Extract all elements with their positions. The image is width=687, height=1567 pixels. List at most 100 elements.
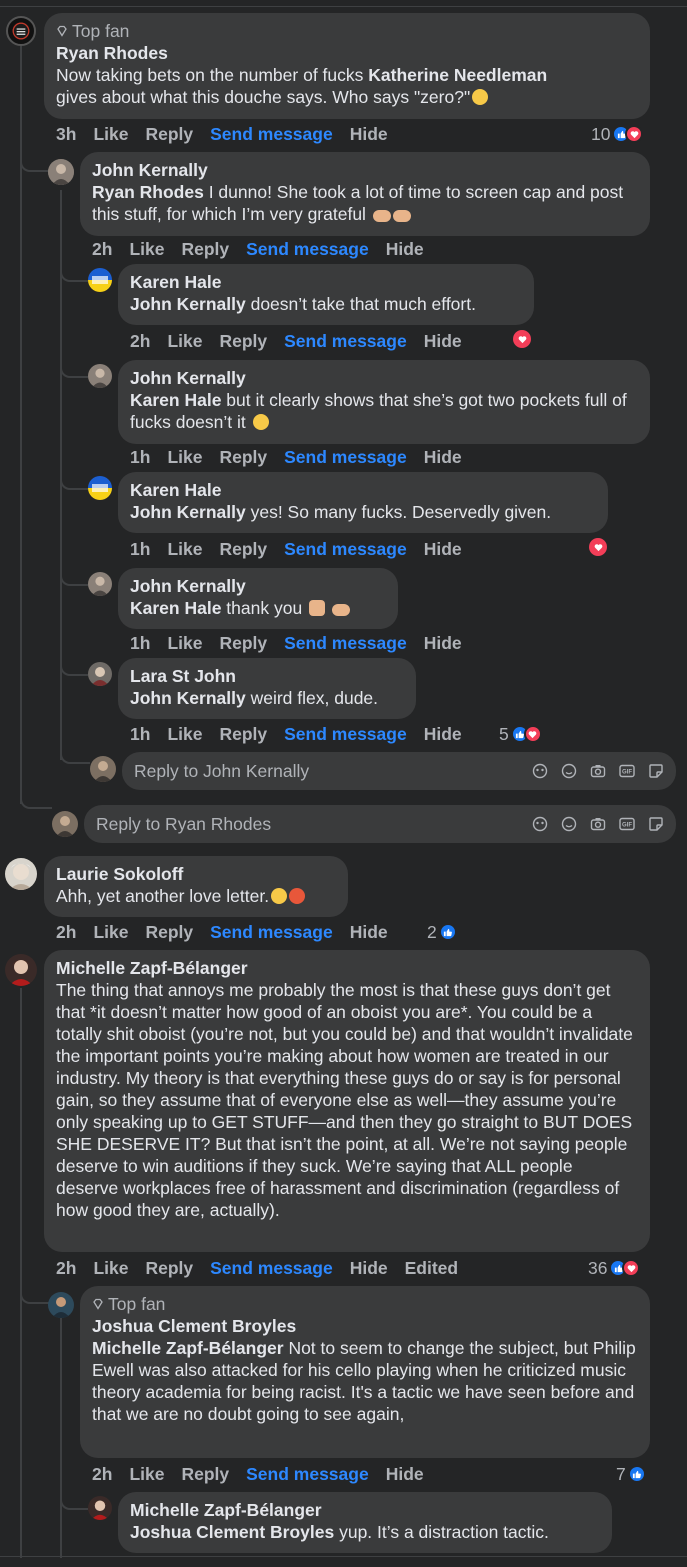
camera-icon[interactable] <box>590 816 606 832</box>
timestamp[interactable]: 1h <box>130 446 150 468</box>
like-button[interactable]: Like <box>129 1463 164 1485</box>
reply-button[interactable]: Reply <box>219 330 267 352</box>
send-message-button[interactable]: Send message <box>284 446 407 468</box>
hide-button[interactable]: Hide <box>424 330 462 352</box>
emoji-icon[interactable] <box>561 763 577 779</box>
send-message-button[interactable]: Send message <box>246 1463 369 1485</box>
sticker-icon[interactable] <box>648 816 664 832</box>
avatar-sticker-icon[interactable] <box>532 816 548 832</box>
reaction-summary[interactable] <box>589 538 607 556</box>
timestamp[interactable]: 2h <box>56 921 76 943</box>
send-message-button[interactable]: Send message <box>284 632 407 654</box>
avatar-sticker-icon[interactable] <box>532 763 548 779</box>
reaction-summary[interactable] <box>513 330 531 348</box>
avatar[interactable] <box>88 476 112 500</box>
comment-author[interactable]: Laurie Sokoloff <box>56 863 336 885</box>
like-button[interactable]: Like <box>167 723 202 745</box>
avatar[interactable] <box>88 662 112 686</box>
timestamp[interactable]: 2h <box>56 1257 76 1279</box>
reaction-summary[interactable]: 2 <box>427 921 457 943</box>
avatar[interactable] <box>88 1496 112 1520</box>
avatar[interactable] <box>48 159 74 185</box>
mention[interactable]: Katherine Needleman <box>368 65 547 85</box>
reply-button[interactable]: Reply <box>145 921 193 943</box>
mention[interactable]: Karen Hale <box>130 390 221 410</box>
reaction-summary[interactable]: 5 <box>499 723 542 745</box>
reaction-summary[interactable]: 7 <box>616 1463 646 1485</box>
reply-input[interactable]: Reply to Ryan Rhodes GIF <box>84 805 676 843</box>
timestamp[interactable]: 2h <box>92 238 112 260</box>
send-message-button[interactable]: Send message <box>210 921 333 943</box>
mention[interactable]: Michelle Zapf-Bélanger <box>92 1338 284 1358</box>
avatar[interactable] <box>6 16 36 46</box>
reply-button[interactable]: Reply <box>219 446 267 468</box>
timestamp[interactable]: 1h <box>130 538 150 560</box>
like-button[interactable]: Like <box>167 632 202 654</box>
mention[interactable]: John Kernally <box>130 502 246 522</box>
mention[interactable]: Ryan Rhodes <box>92 182 204 202</box>
edited-label[interactable]: Edited <box>405 1257 458 1279</box>
mention[interactable]: John Kernally <box>130 294 246 314</box>
camera-icon[interactable] <box>590 763 606 779</box>
like-button[interactable]: Like <box>93 1257 128 1279</box>
hide-button[interactable]: Hide <box>350 921 388 943</box>
reply-button[interactable]: Reply <box>181 1463 229 1485</box>
mention[interactable]: John Kernally <box>130 688 246 708</box>
send-message-button[interactable]: Send message <box>246 238 369 260</box>
like-button[interactable]: Like <box>93 921 128 943</box>
avatar[interactable] <box>88 364 112 388</box>
hide-button[interactable]: Hide <box>386 1463 424 1485</box>
timestamp[interactable]: 1h <box>130 723 150 745</box>
send-message-button[interactable]: Send message <box>210 123 333 145</box>
comment-author[interactable]: Michelle Zapf-Bélanger <box>56 957 638 979</box>
reaction-summary[interactable]: 10 <box>591 123 644 145</box>
comment-author[interactable]: Joshua Clement Broyles <box>92 1315 638 1337</box>
hide-button[interactable]: Hide <box>350 1257 388 1279</box>
avatar[interactable] <box>48 1292 74 1318</box>
hide-button[interactable]: Hide <box>424 723 462 745</box>
avatar[interactable] <box>88 572 112 596</box>
comment-author[interactable]: Karen Hale <box>130 479 596 501</box>
comment-author[interactable]: John Kernally <box>92 159 638 181</box>
avatar[interactable] <box>5 858 37 890</box>
comment-author[interactable]: Ryan Rhodes <box>56 42 638 64</box>
send-message-button[interactable]: Send message <box>284 538 407 560</box>
avatar[interactable] <box>5 954 37 986</box>
like-button[interactable]: Like <box>167 330 202 352</box>
hide-button[interactable]: Hide <box>424 632 462 654</box>
reply-button[interactable]: Reply <box>181 238 229 260</box>
comment-author[interactable]: Karen Hale <box>130 271 522 293</box>
reply-button[interactable]: Reply <box>219 723 267 745</box>
reply-button[interactable]: Reply <box>219 538 267 560</box>
comment-author[interactable]: John Kernally <box>130 575 386 597</box>
like-button[interactable]: Like <box>167 538 202 560</box>
avatar[interactable] <box>88 268 112 292</box>
timestamp[interactable]: 1h <box>130 632 150 654</box>
reply-button[interactable]: Reply <box>145 1257 193 1279</box>
hide-button[interactable]: Hide <box>424 538 462 560</box>
send-message-button[interactable]: Send message <box>284 330 407 352</box>
hide-button[interactable]: Hide <box>424 446 462 468</box>
emoji-icon[interactable] <box>561 816 577 832</box>
mention[interactable]: Karen Hale <box>130 598 221 618</box>
gif-icon[interactable]: GIF <box>619 763 635 779</box>
like-button[interactable]: Like <box>93 123 128 145</box>
timestamp[interactable]: 2h <box>92 1463 112 1485</box>
timestamp[interactable]: 2h <box>130 330 150 352</box>
sticker-icon[interactable] <box>648 763 664 779</box>
like-button[interactable]: Like <box>167 446 202 468</box>
reply-button[interactable]: Reply <box>145 123 193 145</box>
comment-author[interactable]: Michelle Zapf-Bélanger <box>130 1499 600 1521</box>
send-message-button[interactable]: Send message <box>210 1257 333 1279</box>
reply-input[interactable]: Reply to John Kernally GIF <box>122 752 676 790</box>
hide-button[interactable]: Hide <box>350 123 388 145</box>
gif-icon[interactable]: GIF <box>619 816 635 832</box>
reply-button[interactable]: Reply <box>219 632 267 654</box>
reaction-summary[interactable]: 36 <box>588 1257 641 1279</box>
like-button[interactable]: Like <box>129 238 164 260</box>
send-message-button[interactable]: Send message <box>284 723 407 745</box>
comment-author[interactable]: Lara St John <box>130 665 404 687</box>
mention[interactable]: Joshua Clement Broyles <box>130 1522 334 1542</box>
timestamp[interactable]: 3h <box>56 123 76 145</box>
hide-button[interactable]: Hide <box>386 238 424 260</box>
